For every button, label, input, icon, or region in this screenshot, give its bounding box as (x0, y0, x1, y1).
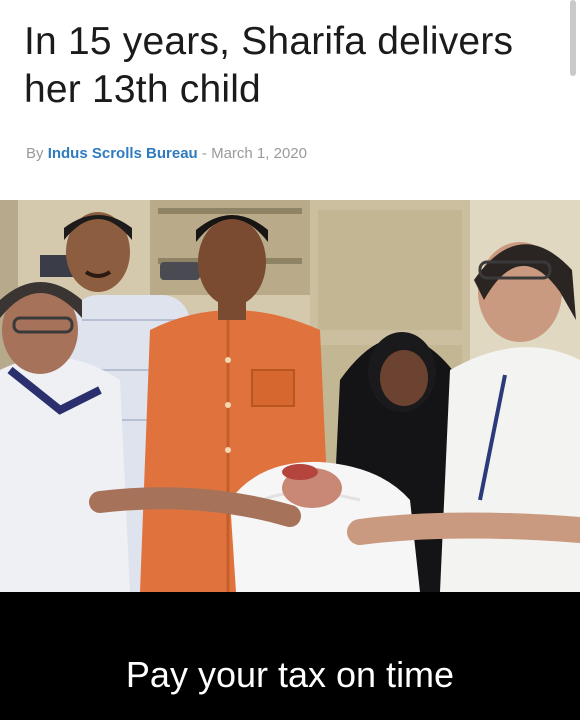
article-photo (0, 200, 580, 592)
byline-prefix: By (26, 145, 48, 162)
headline: In 15 years, Sharifa delivers her 13th c… (24, 20, 514, 111)
article-header: In 15 years, Sharifa delivers her 13th c… (0, 0, 580, 200)
shelf-object (160, 262, 200, 280)
byline: By Indus Scrolls Bureau - March 1, 2020 (26, 145, 307, 162)
scrollbar[interactable] (570, 0, 576, 76)
publish-date: March 1, 2020 (211, 145, 307, 162)
nurse-right-arm (347, 512, 580, 545)
author-link[interactable]: Indus Scrolls Bureau (48, 145, 198, 162)
photo-illustration (0, 200, 580, 592)
byline-separator: - (197, 145, 212, 162)
meme-caption: Pay your tax on time (125, 654, 455, 695)
